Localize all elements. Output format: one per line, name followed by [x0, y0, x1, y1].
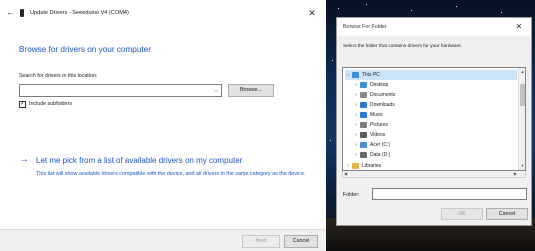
star [338, 8, 339, 9]
desktop-folder-icon [360, 82, 367, 88]
dialog-instruction: Select the folder that contains drivers … [343, 44, 463, 49]
tree-item-label: This PC [362, 72, 380, 78]
title-bar: ← Update Drivers - Seeeduino V4 (COM4) ✕ [0, 0, 326, 26]
tree-item-label: Videos [370, 132, 386, 138]
star [366, 4, 367, 5]
videos-folder-icon [360, 132, 367, 138]
pictures-folder-icon [360, 122, 367, 128]
pick-from-list-description: This list will show available drivers co… [36, 171, 306, 177]
folder-tree[interactable]: ⌵ This PC › Desktop › Documents › Downlo… [342, 67, 526, 171]
chevron-right-icon[interactable]: › [353, 82, 359, 88]
tree-item-downloads[interactable]: › Downloads [353, 100, 395, 110]
chevron-right-icon[interactable]: › [353, 102, 359, 108]
include-subfolders-label: Include subfolders [29, 101, 72, 107]
include-subfolders-checkbox[interactable]: ✓ [19, 101, 26, 108]
drive-icon [360, 142, 367, 148]
star [501, 12, 502, 13]
tree-item-label: Pictures [370, 122, 389, 128]
chevron-right-icon[interactable]: › [353, 142, 359, 148]
libraries-icon [352, 163, 359, 169]
browse-button[interactable]: Browse... [228, 84, 274, 97]
chevron-right-icon[interactable]: › [353, 132, 359, 138]
documents-folder-icon [360, 92, 367, 98]
tree-item-label: Music [370, 112, 384, 118]
pick-from-list-link[interactable]: Let me pick from a list of available dri… [36, 156, 242, 165]
chevron-right-icon[interactable]: › [353, 112, 359, 118]
cancel-button[interactable]: Cancel [486, 208, 528, 220]
folder-input[interactable] [372, 188, 527, 200]
tree-item-label: Documents [370, 92, 396, 98]
chevron-right-icon[interactable]: › [353, 152, 359, 158]
cancel-button[interactable]: Cancel [284, 235, 318, 248]
tree-item-libraries[interactable]: › Libraries [345, 161, 382, 170]
tree-item-this-pc[interactable]: ⌵ This PC [345, 70, 517, 80]
close-icon[interactable]: ✕ [304, 6, 320, 20]
right-arrow-icon[interactable]: → [19, 155, 29, 165]
chevron-down-icon[interactable]: ⌵ [345, 72, 351, 78]
tree-item-desktop[interactable]: › Desktop [353, 80, 388, 90]
star [456, 6, 457, 7]
tree-vertical-scrollbar[interactable]: ▲ ▼ [518, 68, 525, 170]
tree-item-acer-c[interactable]: › Acer (C:) [353, 140, 390, 150]
tree-item-label: Data (D:) [370, 152, 391, 158]
drive-icon [360, 152, 367, 158]
chevron-down-icon[interactable]: ⌵ [213, 86, 218, 96]
page-heading: Browse for drivers on your computer [19, 45, 151, 54]
tree-item-label: Desktop [370, 82, 389, 88]
star [332, 60, 333, 61]
wizard-footer: Next Cancel [0, 229, 326, 251]
chevron-right-icon[interactable]: › [353, 92, 359, 98]
search-location-label: Search for drivers in this location: [19, 73, 98, 79]
driver-path-combobox[interactable]: ⌵ [19, 84, 222, 97]
tree-item-music[interactable]: › Music [353, 110, 383, 120]
update-drivers-window: ← Update Drivers - Seeeduino V4 (COM4) ✕… [0, 0, 326, 251]
music-folder-icon [360, 112, 367, 118]
downloads-folder-icon [360, 102, 367, 108]
window-title: Update Drivers - Seeeduino V4 (COM4) [30, 10, 129, 16]
dialog-title: Browse For Folder [343, 24, 387, 30]
scroll-up-icon[interactable]: ▲ [519, 69, 525, 75]
close-icon[interactable]: ✕ [512, 21, 526, 33]
scroll-down-icon[interactable]: ▼ [519, 163, 525, 169]
computer-icon [352, 72, 359, 78]
tree-item-label: Downloads [370, 102, 395, 108]
next-button[interactable]: Next [242, 235, 280, 248]
device-icon [20, 9, 24, 17]
scrollbar-thumb[interactable] [520, 84, 525, 106]
tree-item-data-d[interactable]: › Data (D:) [353, 150, 390, 160]
scroll-left-icon[interactable]: ◀ [344, 171, 347, 177]
star [330, 140, 331, 141]
dialog-title-bar: Browse For Folder ✕ [337, 18, 531, 36]
chevron-right-icon[interactable]: › [353, 122, 359, 128]
tree-item-pictures[interactable]: › Pictures [353, 120, 388, 130]
folder-label: Folder: [343, 192, 360, 198]
tree-item-videos[interactable]: › Videos [353, 130, 385, 140]
tree-item-documents[interactable]: › Documents [353, 90, 395, 100]
back-arrow-icon[interactable]: ← [6, 7, 16, 17]
browse-for-folder-dialog: Browse For Folder ✕ Select the folder th… [336, 17, 532, 226]
chevron-right-icon[interactable]: › [345, 163, 351, 169]
ok-button[interactable]: OK [441, 208, 483, 220]
tree-item-label: Libraries [362, 163, 382, 169]
scroll-right-icon[interactable]: ▶ [514, 171, 517, 177]
tree-item-label: Acer (C:) [370, 142, 390, 148]
star [411, 10, 412, 11]
tree-horizontal-scrollbar[interactable]: ◀ ▶ [342, 171, 526, 178]
